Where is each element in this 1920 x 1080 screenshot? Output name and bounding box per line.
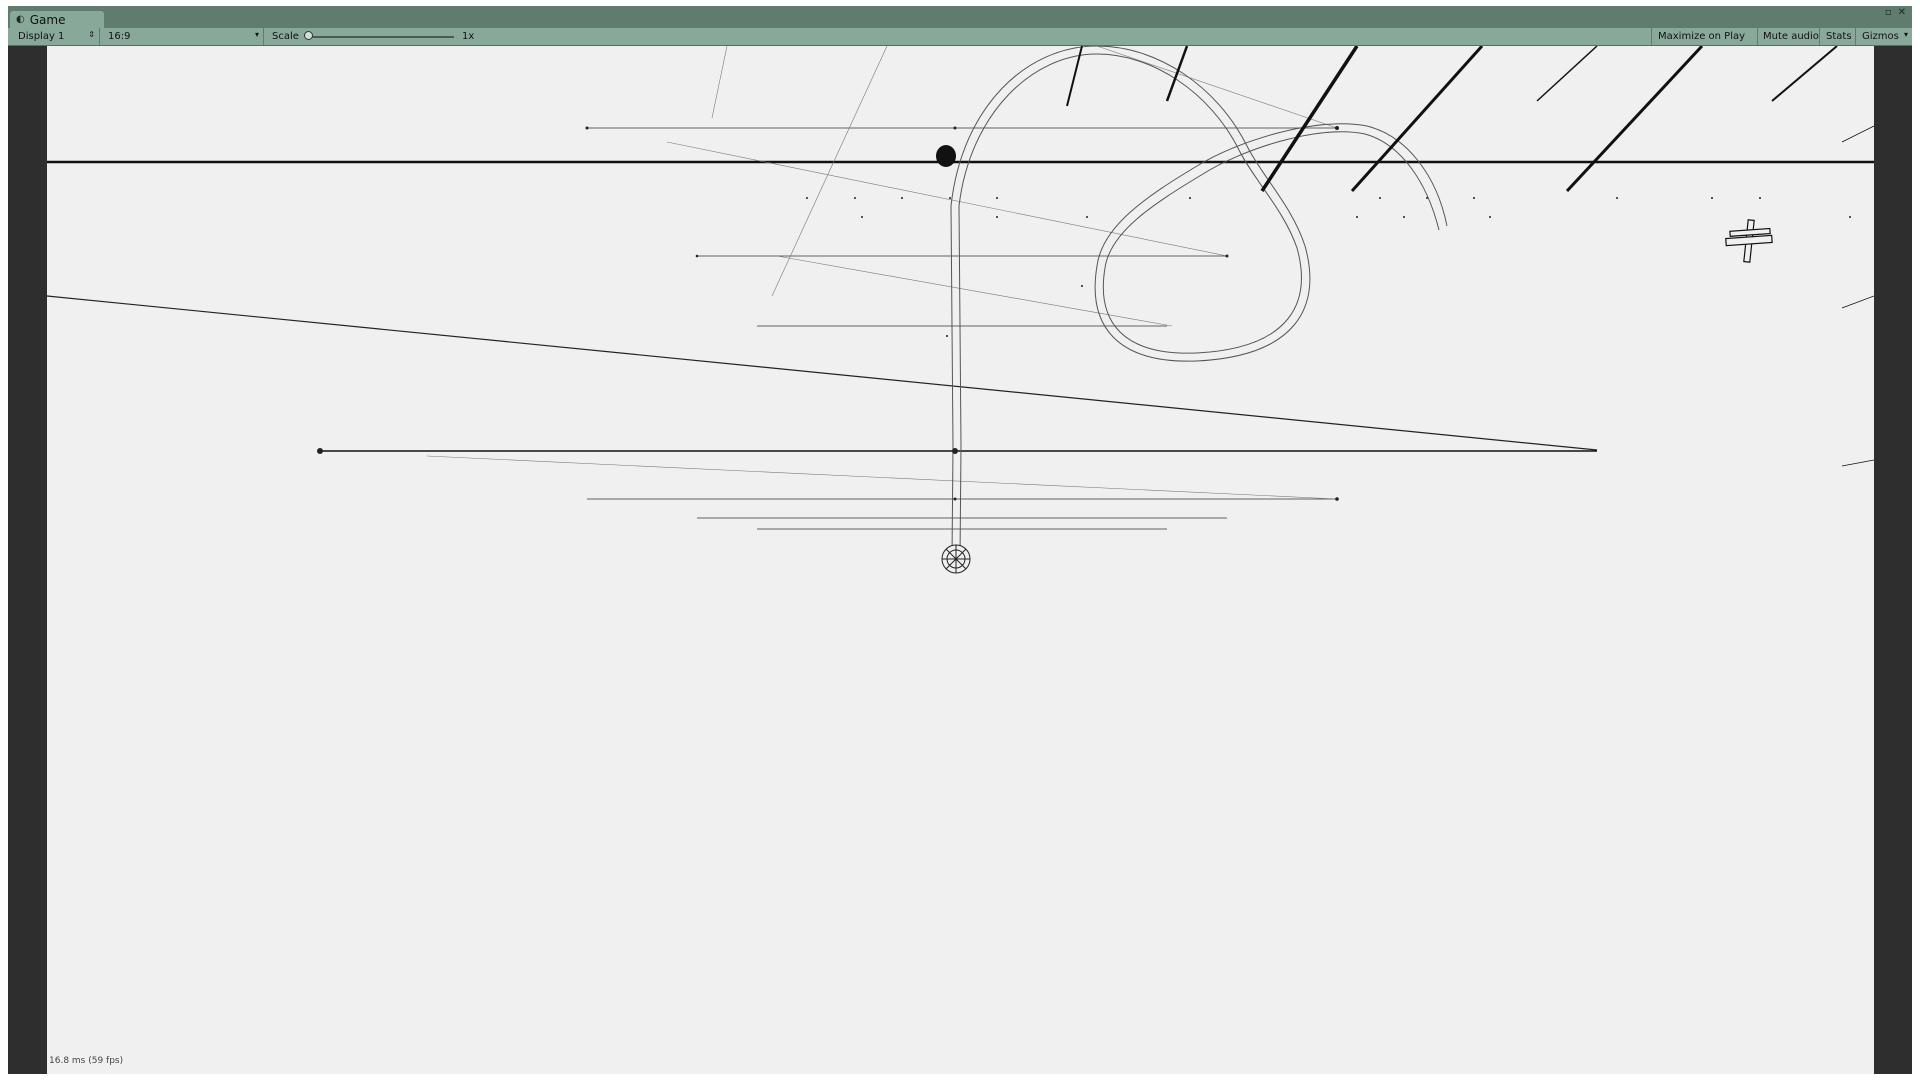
window-controls: ▫ ✕	[1885, 8, 1906, 26]
maximize-window-icon[interactable]: ▫	[1885, 8, 1892, 18]
gizmos-dropdown[interactable]: Gizmos ▾	[1855, 28, 1912, 45]
maximize-on-play-button[interactable]: Maximize on Play	[1651, 28, 1757, 45]
display-dropdown-label: Display 1	[18, 31, 65, 42]
scale-slider[interactable]	[304, 28, 458, 45]
game-view-icon: ◐	[16, 14, 25, 25]
chevron-down-icon: ▾	[1903, 30, 1908, 39]
crosshair-object	[1725, 219, 1773, 263]
gizmos-label: Gizmos	[1862, 31, 1899, 42]
mute-audio-button[interactable]: Mute audio	[1757, 28, 1819, 45]
aspect-ratio-label: 16:9	[108, 31, 131, 42]
tab-game[interactable]: ◐ Game	[10, 11, 104, 28]
game-toolbar: Display 1 ⇕ 16:9 ▾ Scale 1x Maximize on …	[8, 28, 1912, 46]
player-wheel	[941, 544, 971, 574]
game-viewport[interactable]: 16.8 ms (59 fps)	[47, 46, 1874, 1074]
aspect-ratio-dropdown[interactable]: 16:9 ▾	[102, 28, 264, 45]
display-dropdown[interactable]: Display 1 ⇕	[12, 28, 100, 45]
platform-lines	[320, 127, 1597, 530]
scale-slider-track	[308, 36, 454, 38]
fps-counter: 16.8 ms (59 fps)	[49, 1056, 124, 1066]
scale-slider-knob[interactable]	[304, 31, 313, 40]
scale-label: Scale	[272, 31, 299, 42]
black-ball	[936, 145, 956, 167]
dots	[317, 126, 1851, 501]
stats-button[interactable]: Stats	[1819, 28, 1855, 45]
close-window-icon[interactable]: ✕	[1898, 8, 1906, 18]
chevron-down-icon: ▾	[254, 30, 259, 39]
tab-bar: ◐ Game ▫ ✕	[8, 6, 1912, 28]
loop-track	[950, 46, 1448, 559]
dropdown-arrows-icon: ⇕	[88, 30, 95, 39]
long-diagonal-line	[47, 295, 1598, 451]
tab-game-label: Game	[29, 12, 66, 27]
game-scene	[47, 46, 1874, 574]
game-window: ◐ Game ▫ ✕ Display 1 ⇕ 16:9 ▾ Scale 1x M…	[8, 6, 1912, 1074]
scale-value: 1x	[462, 31, 475, 42]
guide-lines	[426, 46, 1338, 500]
